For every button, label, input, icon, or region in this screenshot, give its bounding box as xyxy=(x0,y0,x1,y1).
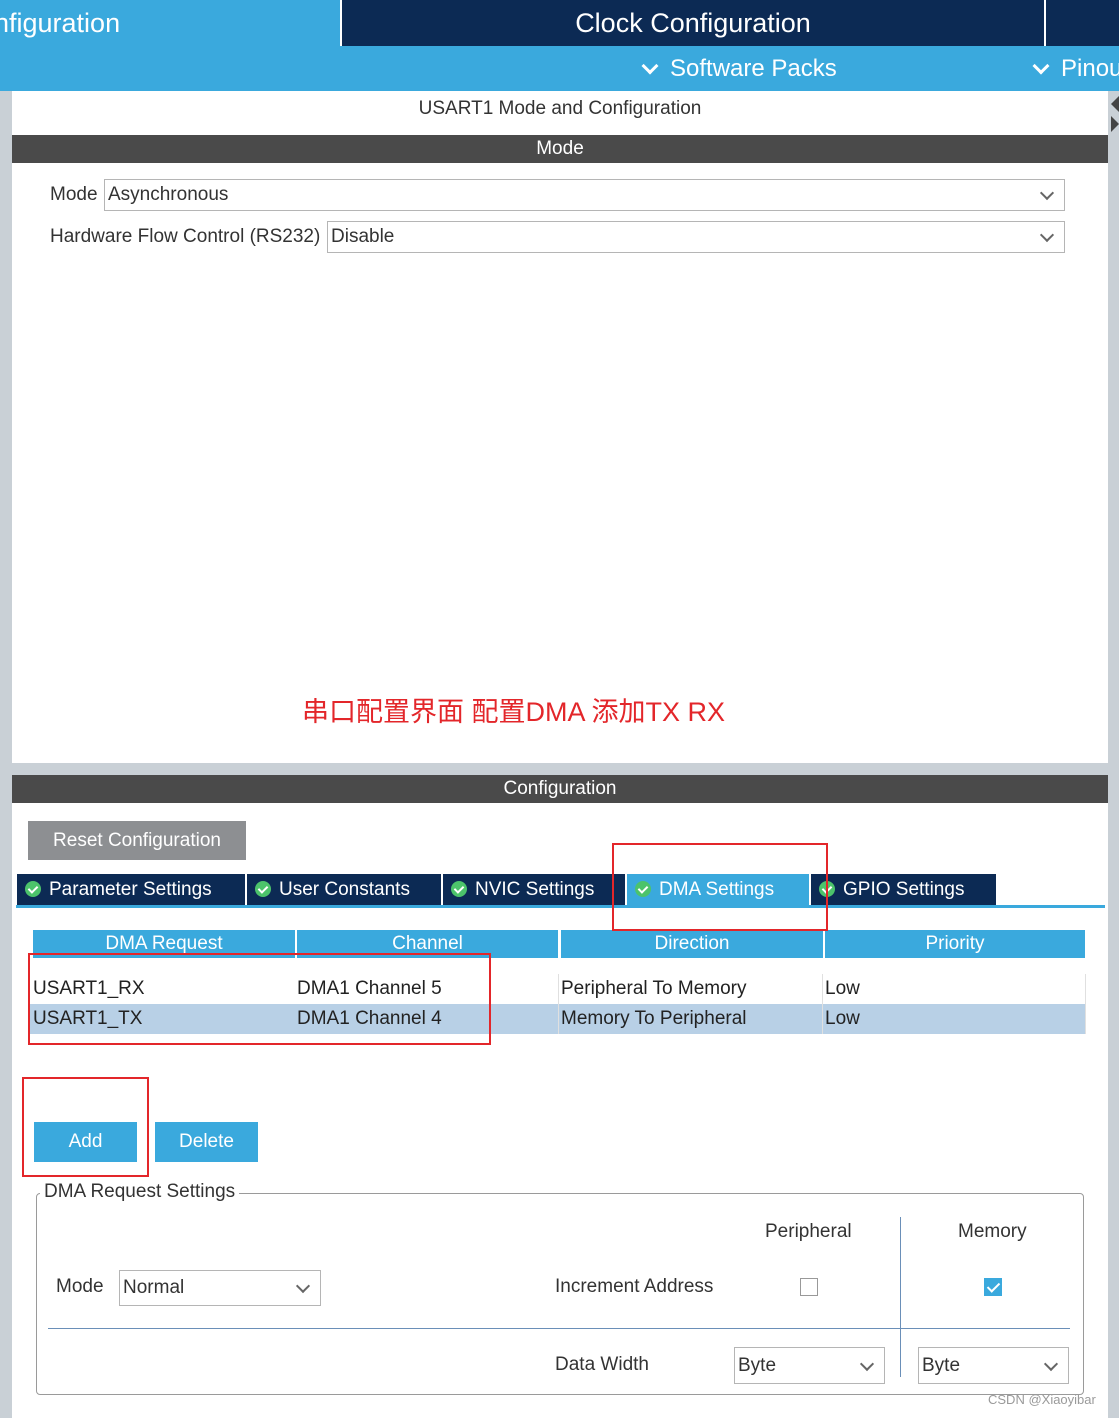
tab-overflow[interactable] xyxy=(1048,0,1119,46)
peripheral-column-label: Peripheral xyxy=(765,1221,852,1242)
tabs-underline xyxy=(16,905,1105,908)
check-circle-icon xyxy=(25,881,41,897)
mode-select[interactable]: Asynchronous xyxy=(104,179,1065,211)
annotation-box-add-button xyxy=(22,1077,149,1177)
table-cell[interactable]: Memory To Peripheral xyxy=(559,1004,747,1034)
chevron-down-icon xyxy=(1039,227,1055,243)
collapse-arrow-icon[interactable] xyxy=(1108,96,1119,136)
annotation-text: 串口配置界面 配置DMA 添加TX RX xyxy=(302,697,726,727)
column-divider xyxy=(1085,974,1086,1034)
mode-label: Mode xyxy=(50,184,98,205)
tab-clock-configuration[interactable]: Clock Configuration xyxy=(340,0,1046,46)
left-splitter xyxy=(0,91,12,1418)
dma-mode-select[interactable]: Normal xyxy=(119,1270,321,1306)
configuration-section-header: Configuration xyxy=(12,775,1108,803)
table-cell[interactable]: Peripheral To Memory xyxy=(559,974,747,1004)
column-header-priority[interactable]: Priority xyxy=(825,930,1085,958)
tab-user-constants[interactable]: User Constants xyxy=(247,874,441,906)
chevron-down-icon xyxy=(859,1356,875,1372)
watermark: CSDN @Xiaoyibar xyxy=(988,1392,1096,1407)
chevron-down-icon xyxy=(1043,1356,1059,1372)
settings-vertical-divider xyxy=(900,1217,901,1377)
tab-nvic-settings[interactable]: NVIC Settings xyxy=(443,874,625,906)
flow-control-select[interactable]: Disable xyxy=(327,221,1065,253)
menu-software-packs[interactable]: Software Packs xyxy=(641,46,837,91)
data-width-label: Data Width xyxy=(555,1354,649,1375)
chevron-down-icon xyxy=(1032,57,1050,75)
dma-mode-label: Mode xyxy=(56,1276,104,1297)
increment-peripheral-checkbox[interactable] xyxy=(800,1278,818,1296)
increment-memory-checkbox[interactable] xyxy=(984,1278,1002,1296)
tab-gpio-settings[interactable]: GPIO Settings xyxy=(811,874,996,906)
table-cell[interactable]: Low xyxy=(823,974,860,1004)
secondary-menu-bar xyxy=(0,46,1119,91)
table-cell[interactable]: Low xyxy=(823,1004,860,1034)
annotation-box-dma-tab xyxy=(612,843,828,931)
mode-section-header: Mode xyxy=(12,135,1108,163)
data-width-peripheral-select[interactable]: Byte xyxy=(734,1347,885,1384)
data-width-memory-select[interactable]: Byte xyxy=(918,1347,1069,1384)
menu-pinout[interactable]: Pinou xyxy=(1032,46,1119,91)
flow-control-label: Hardware Flow Control (RS232) xyxy=(50,226,321,247)
tab-pinout-configuration[interactable]: nfiguration xyxy=(0,0,340,46)
chevron-down-icon xyxy=(641,57,659,75)
panel-title: USART1 Mode and Configuration xyxy=(418,98,702,119)
check-circle-icon xyxy=(255,881,271,897)
check-circle-icon xyxy=(451,881,467,897)
settings-horizontal-divider xyxy=(48,1328,1070,1329)
memory-column-label: Memory xyxy=(958,1221,1027,1242)
reset-configuration-button[interactable]: Reset Configuration xyxy=(28,821,246,860)
tab-parameter-settings[interactable]: Parameter Settings xyxy=(17,874,245,906)
chevron-down-icon xyxy=(295,1278,311,1294)
column-header-direction[interactable]: Direction xyxy=(561,930,823,958)
dma-request-settings-legend: DMA Request Settings xyxy=(40,1181,240,1203)
increment-address-label: Increment Address xyxy=(555,1276,714,1297)
chevron-down-icon xyxy=(1039,185,1055,201)
delete-button[interactable]: Delete xyxy=(155,1122,258,1162)
annotation-box-dma-rows xyxy=(28,953,491,1045)
